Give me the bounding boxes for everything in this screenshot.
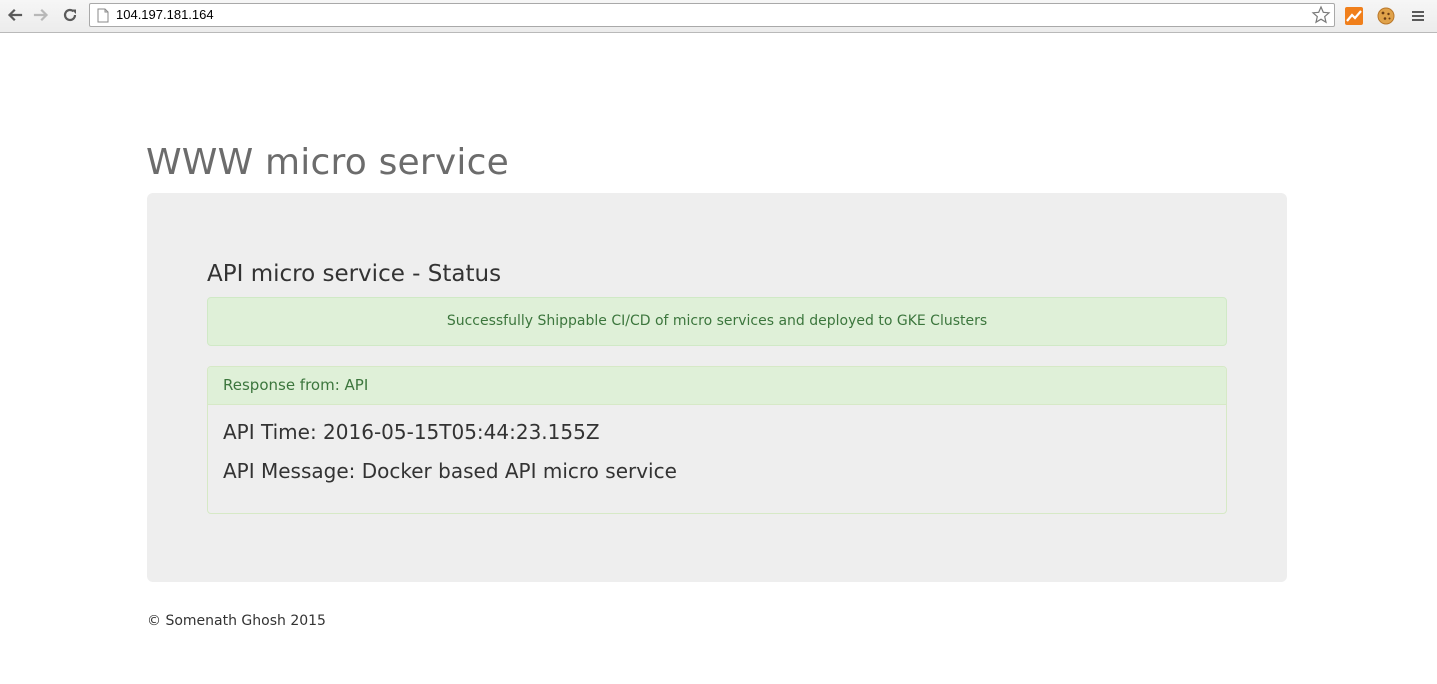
api-response-panel: Response from: API API Time: 2016-05-15T…: [207, 366, 1227, 514]
page-icon: [97, 8, 109, 23]
browser-toolbar: 104.197.181.164: [0, 0, 1437, 33]
success-alert: Successfully Shippable CI/CD of micro se…: [207, 297, 1227, 346]
star-icon[interactable]: [1311, 5, 1331, 25]
reload-button[interactable]: [59, 4, 81, 26]
forward-arrow-icon: [33, 8, 49, 22]
panel-heading: Response from: API: [208, 367, 1226, 405]
url-text[interactable]: 104.197.181.164: [116, 7, 214, 23]
analytics-extension-icon[interactable]: [1344, 6, 1364, 26]
back-button[interactable]: [4, 4, 26, 26]
footer-copyright: © Somenath Ghosh 2015: [147, 613, 326, 629]
menu-icon[interactable]: [1408, 6, 1428, 26]
page-title: WWW micro service: [146, 142, 509, 183]
api-time: API Time: 2016-05-15T05:44:23.155Z: [223, 420, 600, 444]
address-bar[interactable]: 104.197.181.164: [89, 3, 1335, 27]
api-message: API Message: Docker based API micro serv…: [223, 459, 677, 483]
status-jumbotron: API micro service - Status Successfully …: [147, 193, 1287, 582]
forward-button[interactable]: [30, 4, 52, 26]
reload-icon: [63, 8, 77, 22]
panel-body: API Time: 2016-05-15T05:44:23.155Z API M…: [208, 405, 1226, 498]
back-arrow-icon: [7, 8, 23, 22]
cookie-extension-icon[interactable]: [1376, 6, 1396, 26]
status-heading: API micro service - Status: [207, 261, 502, 287]
